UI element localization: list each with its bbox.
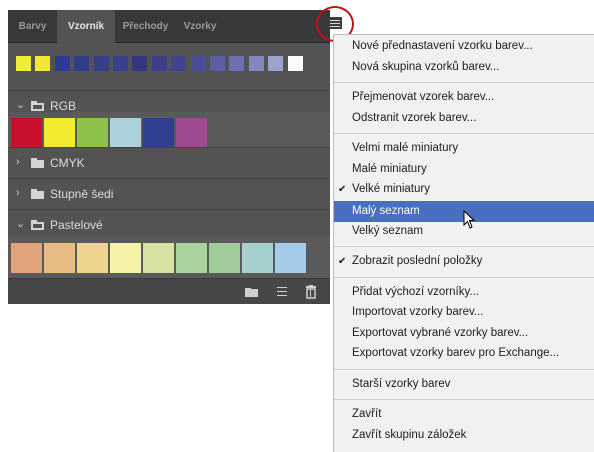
- menu-item[interactable]: Nová skupina vzorků barev...: [334, 58, 594, 77]
- pastel-swatch-row: [8, 237, 330, 278]
- chevron-right-icon[interactable]: ›: [16, 186, 26, 200]
- menu-item[interactable]: ✔ Zobrazit poslední položky: [334, 252, 594, 271]
- recent-swatch[interactable]: [151, 56, 167, 71]
- trash-icon[interactable]: [303, 284, 319, 300]
- menu-item[interactable]: Importovat vzorky barev...: [334, 303, 594, 322]
- swatch[interactable]: [11, 118, 42, 148]
- swatch[interactable]: [143, 243, 174, 273]
- tab-vzornik[interactable]: Vzorník: [57, 10, 115, 44]
- menu-item-label: Velmi malé miniatury: [352, 142, 459, 154]
- panel-flyout-menu: Nové přednastavení vzorku barev... Nová s…: [333, 34, 594, 452]
- menu-item[interactable]: Exportovat vzorky barev pro Exchange...: [334, 344, 594, 363]
- checkmark-icon: ✔: [338, 256, 347, 267]
- recent-swatch[interactable]: [132, 56, 148, 71]
- tab-vzorky[interactable]: Vzorky: [176, 10, 224, 43]
- menu-separator: [334, 276, 594, 278]
- swatch[interactable]: [110, 118, 141, 148]
- folder-open-icon: [31, 220, 44, 230]
- recent-swatch[interactable]: [229, 56, 245, 71]
- new-swatch-icon[interactable]: [274, 284, 290, 300]
- recent-swatch[interactable]: [93, 56, 109, 71]
- menu-item[interactable]: Zavřít skupinu záložek: [334, 426, 594, 445]
- mouse-cursor-icon: [463, 210, 475, 229]
- menu-item-label: Odstranit vzorek barev...: [352, 111, 477, 124]
- menu-item-label: Velké miniatury: [352, 183, 430, 195]
- menu-item[interactable]: Zavřít: [334, 405, 594, 424]
- menu-separator: [334, 133, 594, 134]
- swatch[interactable]: [209, 243, 240, 273]
- chevron-right-icon[interactable]: ›: [16, 155, 26, 169]
- swatch[interactable]: [44, 118, 75, 148]
- menu-separator: [334, 82, 594, 83]
- menu-item-label: Nová skupina vzorků barev...: [352, 60, 500, 73]
- checkmark-icon: ✔: [338, 184, 347, 195]
- recent-swatch[interactable]: [268, 56, 284, 71]
- swatch[interactable]: [11, 243, 42, 273]
- menu-item-label: Malé miniatury: [352, 162, 427, 175]
- menu-item-label: Importovat vzorky barev...: [352, 306, 484, 318]
- recent-swatch[interactable]: [74, 56, 90, 71]
- tab-prechody[interactable]: Přechody: [115, 10, 176, 43]
- folder-icon: [31, 158, 44, 168]
- recent-swatch[interactable]: [113, 56, 128, 71]
- swatch[interactable]: [176, 243, 207, 273]
- swatch-group-cmyk[interactable]: › CMYK: [8, 147, 330, 179]
- group-name: Stupně šedi: [50, 187, 114, 201]
- swatch[interactable]: [77, 118, 108, 148]
- menu-item-label: Přejmenovat vzorek barev...: [352, 91, 495, 103]
- menu-item[interactable]: Odstranit vzorek barev...: [334, 109, 594, 128]
- swatch-group-grayscale[interactable]: › Stupně šedi: [8, 178, 330, 210]
- menu-item-label: Přidat výchozí vzorníky...: [352, 285, 479, 298]
- recent-swatch[interactable]: [248, 56, 264, 71]
- swatch[interactable]: [77, 243, 108, 273]
- swatch[interactable]: [143, 118, 174, 148]
- chevron-down-icon[interactable]: ⌄: [16, 98, 26, 112]
- swatch[interactable]: [44, 243, 75, 273]
- menu-item-label: Malý seznam: [352, 204, 420, 217]
- menu-separator: [334, 399, 594, 400]
- swatch[interactable]: [110, 243, 141, 273]
- menu-item-label: Starší vzorky barev: [352, 377, 451, 390]
- menu-item-label: Zavřít skupinu záložek: [352, 428, 467, 441]
- menu-item[interactable]: Starší vzorky barev: [334, 375, 594, 394]
- swatch[interactable]: [242, 243, 273, 273]
- swatches-panel: Barvy Vzorník Přechody Vzorky ⌄ RGB › CM…: [8, 10, 330, 304]
- menu-item[interactable]: ✔ Velké miniatury: [334, 180, 594, 199]
- menu-item-label: Exportovat vybrané vzorky barev...: [352, 326, 529, 339]
- menu-item[interactable]: Nové přednastavení vzorku barev...: [334, 37, 594, 56]
- recent-swatch[interactable]: [171, 56, 187, 71]
- panel-tab-bar: Barvy Vzorník Přechody Vzorky: [8, 10, 330, 44]
- menu-separator: [334, 368, 594, 370]
- swatch[interactable]: [176, 118, 207, 148]
- menu-item[interactable]: Přidat výchozí vzorníky...: [334, 283, 594, 302]
- recent-swatch[interactable]: [16, 56, 31, 71]
- recent-swatch[interactable]: [35, 56, 51, 71]
- menu-separator: [334, 246, 594, 247]
- folder-open-icon: [31, 101, 44, 111]
- folder-icon: [31, 189, 44, 199]
- tab-barvy[interactable]: Barvy: [8, 10, 57, 43]
- recent-swatches-row: [8, 44, 330, 90]
- menu-item-label: Zobrazit poslední položky: [352, 255, 483, 267]
- menu-item-label: Exportovat vzorky barev pro Exchange...: [352, 347, 560, 359]
- menu-item-label: Zavřít: [352, 408, 382, 420]
- panel-bottom-bar: [8, 278, 330, 304]
- recent-swatch[interactable]: [210, 56, 225, 71]
- menu-item-label: Velký seznam: [352, 224, 423, 237]
- menu-item[interactable]: Malé miniatury: [334, 160, 594, 179]
- recent-swatch[interactable]: [287, 56, 303, 71]
- new-group-folder-icon[interactable]: [244, 284, 260, 300]
- chevron-down-icon[interactable]: ⌄: [16, 217, 26, 231]
- menu-item[interactable]: Přejmenovat vzorek barev...: [334, 88, 594, 107]
- group-name: CMYK: [50, 156, 85, 170]
- swatch[interactable]: [275, 243, 306, 273]
- menu-item[interactable]: Velmi malé miniatury: [334, 139, 594, 158]
- recent-swatch[interactable]: [54, 56, 70, 71]
- menu-item-label: Nové přednastavení vzorku barev...: [352, 40, 533, 52]
- recent-swatch[interactable]: [190, 56, 206, 71]
- menu-item[interactable]: Exportovat vybrané vzorky barev...: [334, 324, 594, 343]
